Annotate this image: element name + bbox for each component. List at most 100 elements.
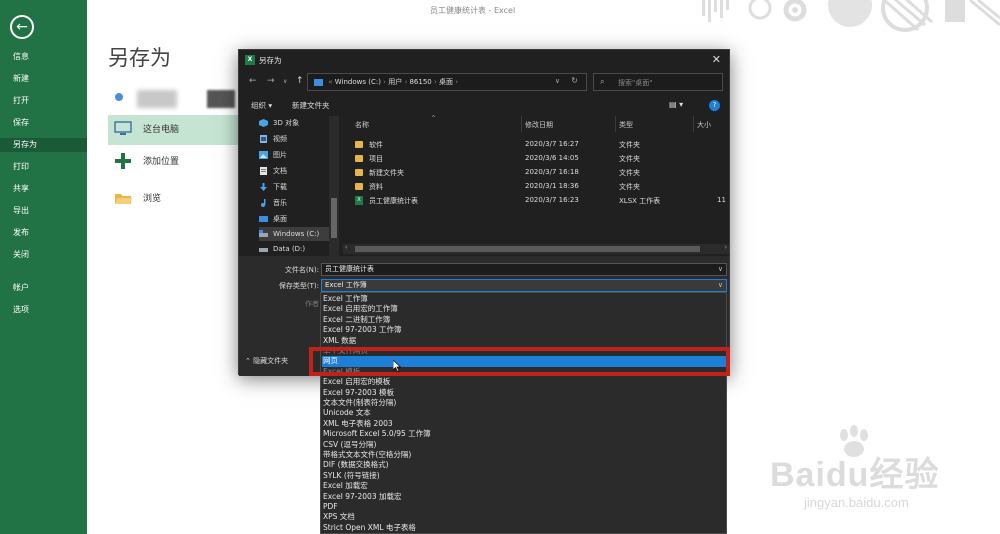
page-title: 另存为 [108,46,171,70]
column-date[interactable]: 修改日期 [525,120,553,130]
savetype-option[interactable]: 带格式文本文件(空格分隔) [322,450,726,460]
decorative-pattern [702,0,1000,32]
savetype-option[interactable]: Strict Open XML 电子表格 [322,523,726,533]
chevron-down-icon[interactable]: ∨ [718,264,723,275]
breadcrumb-drive[interactable]: Windows (C:) [335,78,381,86]
drive-icon [259,230,268,237]
savetype-option[interactable]: XPS 文档 [322,512,726,522]
refresh-icon[interactable]: ↻ [571,76,578,85]
nav-info[interactable]: 信息 [13,50,83,64]
hide-folders-button[interactable]: ⌃ 隐藏文件夹 [245,356,288,366]
file-row[interactable]: 资料 2020/3/1 18:36 文件夹 [343,180,729,194]
savetype-option[interactable]: Excel 97-2003 工作簿 [322,325,726,335]
recent-dropdown-icon[interactable]: ∨ [283,78,287,85]
nav-save-as[interactable]: 另存为 [0,138,87,152]
file-row[interactable]: X 员工健康统计表 2020/3/7 16:23 XLSX 工作表 11 [343,194,729,208]
tree-item-desktop[interactable]: 桌面 [259,212,339,226]
blurred-text [137,90,177,108]
address-dropdown-icon[interactable]: ∨ [555,77,560,85]
breadcrumb-users[interactable]: 用户 [388,78,402,86]
savetype-option[interactable]: Excel 二进制工作簿 [322,315,726,325]
close-icon[interactable]: ✕ [712,53,721,66]
nav-close[interactable]: 关闭 [13,248,83,262]
column-size[interactable]: 大小 [697,120,711,130]
nav-share[interactable]: 共享 [13,182,83,196]
back-icon[interactable]: ← [249,76,257,86]
file-row[interactable]: 软件 2020/3/7 16:27 文件夹 [343,138,729,152]
search-input[interactable]: ⌕ 搜索"桌面" [593,73,723,91]
column-type[interactable]: 类型 [619,120,633,130]
savetype-option[interactable]: PDF [322,502,726,512]
dialog-titlebar: X 另存为 ✕ [239,50,729,70]
nav-open[interactable]: 打开 [13,94,83,108]
folder-icon [355,155,363,162]
folder-icon [115,194,132,204]
video-icon [260,135,267,143]
savetype-option[interactable]: CSV (逗号分隔) [322,440,726,450]
column-name[interactable]: 名称 [355,120,369,130]
filename-input[interactable]: 员工健康统计表 ∨ [321,263,727,276]
back-arrow-icon[interactable]: ← [10,15,34,39]
savetype-option[interactable]: 文本文件(制表符分隔) [322,398,726,408]
savetype-option[interactable]: Excel 97-2003 加载宏 [322,492,726,502]
tree-item-videos[interactable]: 视频 [259,132,339,146]
recent-account-blurred [115,90,235,108]
nav-print[interactable]: 打印 [13,160,83,174]
file-row[interactable]: 项目 2020/3/6 14:05 文件夹 [343,152,729,166]
nav-account[interactable]: 帐户 [13,281,83,295]
location-browse[interactable]: 浏览 [108,184,238,214]
tree-scrollbar[interactable] [329,116,339,256]
savetype-option[interactable]: Excel 启用宏的工作簿 [322,304,726,314]
up-icon[interactable]: ↑ [296,76,304,86]
nav-export[interactable]: 导出 [13,204,83,218]
location-this-pc[interactable]: 这台电脑 [108,115,238,145]
forward-icon[interactable]: → [267,76,275,86]
savetype-option[interactable]: XML 电子表格 2003 [322,419,726,429]
breadcrumb-desktop[interactable]: 桌面 [439,78,453,86]
location-add-place[interactable]: 添加位置 [108,147,238,177]
savetype-option[interactable]: SYLK (符号链接) [322,471,726,481]
savetype-option[interactable]: Unicode 文本 [322,408,726,418]
picture-icon [259,151,268,159]
scroll-thumb[interactable] [331,198,337,238]
savetype-option[interactable]: Excel 加载宏 [322,481,726,491]
savetype-option[interactable]: XML 数据 [322,336,726,346]
breadcrumb-user[interactable]: 86150 [409,78,431,86]
organize-button[interactable]: 组织 ▾ [251,100,272,111]
nav-options[interactable]: 选项 [13,303,83,317]
savetype-option[interactable]: Microsoft Excel 5.0/95 工作簿 [322,429,726,439]
nav-save[interactable]: 保存 [13,116,83,130]
scroll-left-icon[interactable]: ‹ [345,244,347,251]
tree-item-documents[interactable]: 文档 [259,164,339,178]
view-options-icon[interactable]: ▤ ▾ [669,100,683,109]
savetype-option[interactable]: Excel 97-2003 模板 [322,388,726,398]
column-divider[interactable] [521,116,522,132]
tree-item-windows-c[interactable]: Windows (C:) [259,227,339,241]
dialog-title: 另存为 [259,56,282,65]
column-divider[interactable] [615,116,616,132]
tree-item-downloads[interactable]: 下载 [259,180,339,194]
tree-item-music[interactable]: 音乐 [259,196,339,210]
column-divider[interactable] [693,116,694,132]
nav-publish[interactable]: 发布 [13,226,83,240]
scroll-thumb[interactable] [355,246,700,252]
tree-item-3d-objects[interactable]: 3D 对象 [259,116,339,130]
file-row[interactable]: 新建文件夹 2020/3/7 16:18 文件夹 [343,166,729,180]
horizontal-scrollbar[interactable]: ‹ › [343,244,729,254]
savetype-option[interactable]: DIF (数据交换格式) [322,460,726,470]
address-bar[interactable]: « Windows (C:) › 用户 › 86150 › 桌面 › ∨ ↻ [307,73,587,91]
savetype-option[interactable]: Excel 启用宏的模板 [322,377,726,387]
scroll-right-icon[interactable]: › [725,244,727,251]
new-folder-button[interactable]: 新建文件夹 [292,100,330,111]
backstage-nav: ← 信息 新建 打开 保存 另存为 打印 共享 导出 发布 关闭 帐户 选项 [0,0,87,534]
chevron-down-icon[interactable]: ∨ [718,280,723,291]
tree-item-data-d[interactable]: Data (D:) [259,242,339,256]
savetype-option[interactable]: Excel 工作簿 [322,294,726,304]
help-icon[interactable]: ? [709,100,720,111]
nav-new[interactable]: 新建 [13,72,83,86]
folder-icon [355,141,363,148]
tree-item-pictures[interactable]: 图片 [259,148,339,162]
cube-icon [259,119,268,127]
blurred-text [207,90,235,108]
savetype-select[interactable]: Excel 工作簿 ∨ [321,279,727,292]
